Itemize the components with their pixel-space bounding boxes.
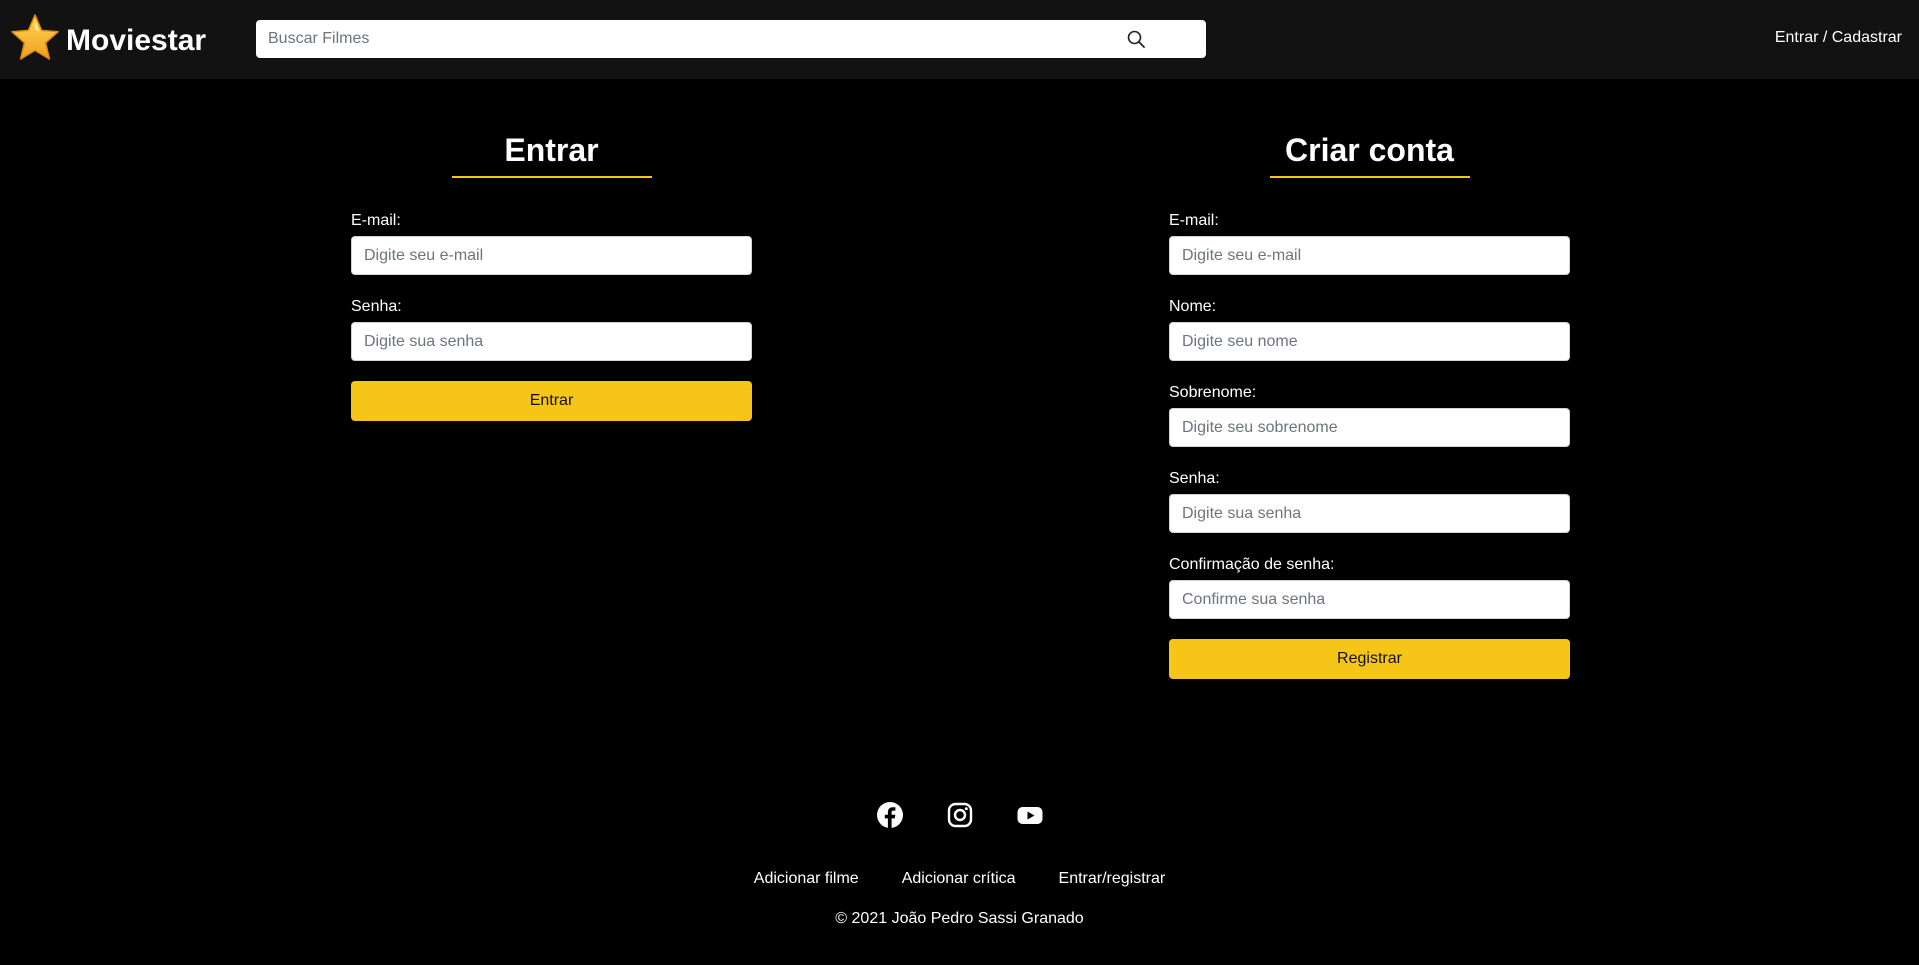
login-password-field: Senha:	[351, 297, 752, 383]
register-email-input[interactable]	[1169, 236, 1570, 275]
login-email-label: E-mail:	[351, 212, 401, 229]
login-email-input[interactable]	[351, 236, 752, 275]
login-submit-button[interactable]: Entrar	[351, 381, 752, 421]
star-logo-icon	[11, 14, 59, 60]
register-password-field: Senha:	[1169, 469, 1570, 555]
register-email-field: E-mail:	[1169, 211, 1570, 297]
top-navbar: Moviestar Entrar / Cadastrar	[0, 0, 1919, 79]
register-confirm-password-input[interactable]	[1169, 580, 1570, 619]
footer-link-add-review[interactable]: Adicionar crítica	[902, 870, 1016, 888]
login-section: Entrar E-mail: Senha: Entrar	[351, 128, 752, 421]
register-title-underline	[1269, 176, 1470, 178]
facebook-icon	[876, 802, 903, 828]
login-register-link[interactable]: Entrar / Cadastrar	[1775, 29, 1902, 47]
youtube-link[interactable]	[1017, 802, 1043, 828]
register-password-label: Senha:	[1169, 470, 1220, 487]
login-title: Entrar	[504, 132, 599, 168]
login-password-label: Senha:	[351, 298, 402, 315]
copyright-text: © 2021 João Pedro Sassi Granado	[835, 910, 1084, 927]
brand-name: Moviestar	[66, 24, 207, 57]
search-input[interactable]	[256, 20, 1146, 58]
social-links	[0, 802, 1919, 828]
login-form: E-mail: Senha: Entrar	[351, 211, 752, 421]
login-title-underline	[451, 176, 652, 178]
login-email-field: E-mail:	[351, 211, 752, 297]
register-lastname-input[interactable]	[1169, 408, 1570, 447]
instagram-link[interactable]	[947, 802, 973, 828]
register-confirm-password-field: Confirmação de senha:	[1169, 555, 1570, 641]
register-password-input[interactable]	[1169, 494, 1570, 533]
register-confirm-password-label: Confirmação de senha:	[1169, 556, 1335, 573]
register-name-label: Nome:	[1169, 298, 1217, 315]
search-icon	[1127, 30, 1145, 48]
register-email-label: E-mail:	[1169, 212, 1219, 229]
register-form: E-mail: Nome: Sobrenome: Senha: Confirma…	[1169, 211, 1570, 679]
register-lastname-label: Sobrenome:	[1169, 384, 1257, 401]
register-section: Criar conta E-mail: Nome: Sobrenome: Sen…	[1169, 128, 1570, 679]
register-lastname-field: Sobrenome:	[1169, 383, 1570, 469]
register-submit-button[interactable]: Registrar	[1169, 639, 1570, 679]
footer-nav: Adicionar filme Adicionar crítica Entrar…	[0, 870, 1919, 888]
youtube-icon	[1017, 807, 1042, 824]
facebook-link[interactable]	[876, 802, 903, 828]
register-name-input[interactable]	[1169, 322, 1570, 361]
footer-link-add-movie[interactable]: Adicionar filme	[754, 870, 859, 888]
register-name-field: Nome:	[1169, 297, 1570, 383]
instagram-icon	[947, 802, 972, 828]
login-password-input[interactable]	[351, 322, 752, 361]
brand-logo-link[interactable]: Moviestar	[8, 12, 206, 66]
footer-link-login-register[interactable]: Entrar/registrar	[1059, 870, 1166, 888]
search-form	[256, 20, 1206, 58]
register-title: Criar conta	[1285, 132, 1454, 168]
search-button[interactable]	[1122, 25, 1150, 53]
